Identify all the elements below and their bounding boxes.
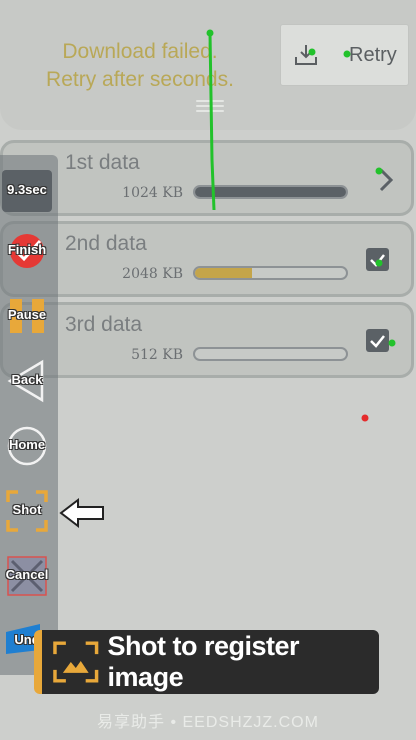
progress-fill — [195, 268, 253, 278]
watermark: 易享助手 • EEDSHZJZ.COM — [97, 714, 319, 731]
cancel-button[interactable]: Cancel — [0, 549, 54, 603]
download-progress-bar — [193, 266, 348, 280]
data-item-1[interactable]: 1st data 1024 KB — [0, 140, 414, 216]
shot-frame-icon — [53, 641, 99, 683]
data-item-size: 2048 KB — [122, 266, 183, 282]
download-icon — [295, 45, 317, 65]
pause-button[interactable]: Pause — [0, 289, 54, 343]
timer-label: 9.3sec — [7, 182, 47, 197]
chevron-right-icon[interactable] — [375, 165, 397, 195]
shot-tooltip: Shot to register image — [34, 630, 379, 694]
side-toolbar: 9.3sec Finish Pause Back Home Shot Cance… — [0, 155, 58, 675]
home-label: Home — [8, 437, 46, 452]
data-item-size: 1024 KB — [122, 185, 183, 201]
pause-label: Pause — [7, 307, 47, 322]
progress-fill — [195, 187, 346, 197]
shot-button[interactable]: Shot — [0, 484, 54, 538]
retry-button[interactable]: Retry — [280, 24, 409, 86]
download-status-message: Download failed. Retry after seconds. — [30, 38, 250, 94]
back-label: Back — [11, 372, 43, 387]
shot-label: Shot — [12, 502, 42, 517]
checkmark-icon — [370, 335, 385, 348]
cancel-label: Cancel — [5, 567, 49, 582]
finish-button[interactable]: Finish — [0, 224, 54, 278]
tooltip-text: Shot to register image — [107, 631, 300, 692]
timer-button[interactable]: 9.3sec — [0, 160, 54, 214]
drag-handle[interactable] — [196, 100, 224, 114]
data-item-3[interactable]: 3rd data 512 KB — [0, 302, 414, 378]
data-item-title: 1st data — [65, 151, 140, 174]
home-button[interactable]: Home — [0, 419, 54, 473]
touch-point-red — [361, 414, 369, 422]
data-item-title: 3rd data — [65, 313, 143, 336]
select-checkbox[interactable] — [366, 248, 389, 271]
data-item-title: 2nd data — [65, 232, 147, 255]
back-button[interactable]: Back — [0, 354, 54, 408]
data-item-size: 512 KB — [131, 347, 183, 363]
pointer-arrow-icon — [59, 497, 104, 529]
select-checkbox[interactable] — [366, 329, 389, 352]
download-progress-bar — [193, 185, 348, 199]
checkmark-icon — [370, 254, 385, 267]
retry-label: Retry — [349, 43, 397, 66]
download-status-banner: Download failed. Retry after seconds. Re… — [0, 0, 416, 130]
status-line-2: Retry after seconds. — [46, 68, 234, 91]
data-item-2[interactable]: 2nd data 2048 KB — [0, 221, 414, 297]
finish-label: Finish — [7, 242, 47, 257]
status-line-1: Download failed. — [62, 40, 218, 63]
download-progress-bar — [193, 347, 348, 361]
